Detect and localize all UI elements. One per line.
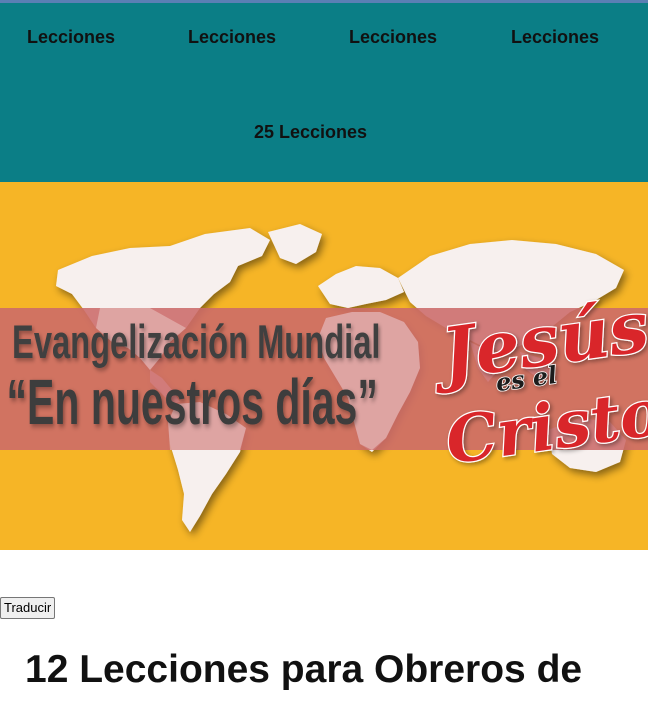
nav-link-lecciones-4[interactable]: Lecciones: [511, 27, 599, 48]
nav-link-25-lecciones[interactable]: 25 Lecciones: [254, 122, 367, 143]
banner-graphic: Evangelización Mundial “En nuestros días…: [0, 224, 648, 532]
top-navigation: Lecciones Lecciones Lecciones Lecciones …: [0, 3, 648, 182]
nav-link-lecciones-3[interactable]: Lecciones: [349, 27, 437, 48]
page-title: 12 Lecciones para Obreros de: [25, 648, 583, 691]
nav-link-lecciones-2[interactable]: Lecciones: [188, 27, 276, 48]
translate-button[interactable]: Traducir: [0, 597, 56, 619]
banner-line2: “En nuestros días”: [7, 367, 378, 438]
jesus-es-el-cristo-logo: Jesús es el Cristo: [424, 283, 648, 480]
banner-line1: Evangelización Mundial: [12, 315, 380, 369]
nav-link-lecciones-1[interactable]: Lecciones: [27, 27, 115, 48]
hero-banner: Evangelización Mundial “En nuestros días…: [0, 182, 648, 550]
